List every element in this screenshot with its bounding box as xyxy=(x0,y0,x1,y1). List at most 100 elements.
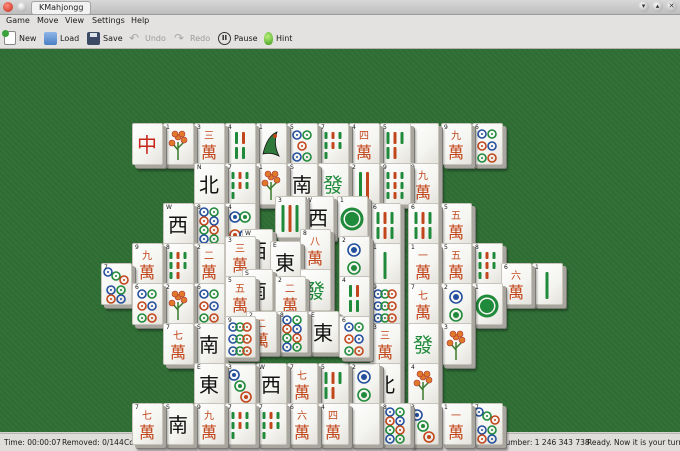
mahjong-tile-dot[interactable]: 5 xyxy=(287,123,318,165)
mahjong-tile-dot[interactable]: 6 xyxy=(339,316,370,358)
new-button[interactable]: New xyxy=(2,30,36,46)
mahjong-tile-blank[interactable] xyxy=(408,123,439,165)
redo-button[interactable]: ↷ Redo xyxy=(174,30,210,46)
mahjong-tile-bam[interactable]: 7 xyxy=(225,163,256,205)
mahjong-tile-dot[interactable]: 2 xyxy=(339,236,370,278)
mahjong-tile-dot[interactable]: 9 xyxy=(370,283,401,325)
mahjong-tile-wind[interactable]: E東 xyxy=(308,311,339,353)
mahjong-tile-char[interactable]: 3三萬 xyxy=(194,123,225,165)
pause-button[interactable]: II Pause xyxy=(218,30,258,46)
mahjong-tile-bam[interactable]: 5 xyxy=(380,123,411,165)
mahjong-tile-char[interactable]: 7七萬 xyxy=(408,283,439,325)
mahjong-tile-bam[interactable]: 7 xyxy=(256,403,287,445)
save-disk-icon xyxy=(87,31,100,45)
mahjong-tile-dot[interactable]: 7 xyxy=(472,403,503,445)
mahjong-tile-dragon[interactable]: 發 xyxy=(408,323,439,365)
mahjong-tile-wind[interactable]: S南 xyxy=(163,403,194,445)
mahjong-tile-bam[interactable]: 7 xyxy=(225,403,256,445)
mahjong-tile-char[interactable]: 9九萬 xyxy=(132,243,163,285)
tile-index-label: 7 xyxy=(321,124,325,131)
mahjong-tile-dot[interactable]: 1 xyxy=(472,283,503,325)
mahjong-tile-char[interactable]: 3三萬 xyxy=(370,323,401,365)
tile-index-label: 3 xyxy=(228,364,232,371)
mahjong-tile-char[interactable]: 7七萬 xyxy=(132,403,163,445)
mahjong-tile-char[interactable]: 6六萬 xyxy=(501,263,532,305)
mahjong-tile-bird[interactable]: 1 xyxy=(256,123,287,165)
maximize-icon[interactable]: ▴ xyxy=(652,1,663,12)
mahjong-tile-wind[interactable]: S南 xyxy=(194,323,225,365)
mahjong-tile-bam[interactable]: 8 xyxy=(472,243,503,285)
mahjong-tile-bam[interactable]: 1 xyxy=(370,243,401,285)
mahjong-tile-wind[interactable]: W西 xyxy=(163,203,194,245)
mahjong-tile-char[interactable]: 5五萬 xyxy=(441,203,472,245)
mahjong-tile-flower[interactable]: 4 xyxy=(408,363,439,405)
mahjong-tile-bam[interactable]: 4 xyxy=(339,276,370,318)
mahjong-tile-dot[interactable]: 3 xyxy=(408,403,439,445)
mahjong-tile-bam[interactable]: 5 xyxy=(318,363,349,405)
menu-game[interactable]: Game xyxy=(6,16,30,25)
mahjong-tile-dot[interactable]: 6 xyxy=(194,283,225,325)
close-window-icon[interactable] xyxy=(3,2,13,12)
mahjong-tile-dot[interactable]: 2 xyxy=(441,283,472,325)
title-bar: KMahjongg ▾ ▴ ✕ xyxy=(0,0,680,15)
game-board[interactable]: 中13三萬41574四萬59九萬6N北71S南發299九萬W西843W西1665… xyxy=(0,49,680,445)
mahjong-tile-char[interactable]: 9九萬 xyxy=(441,123,472,165)
mahjong-tile-wind[interactable]: E東 xyxy=(194,363,225,405)
mahjong-tile-bam[interactable]: 6 xyxy=(370,203,401,245)
menu-move[interactable]: Move xyxy=(37,16,58,25)
mahjong-tile-dot[interactable]: 9 xyxy=(225,316,256,358)
mahjong-tile-bam[interactable]: 9 xyxy=(380,163,411,205)
tile-index-label: 2 xyxy=(166,284,170,291)
tile-glyph: 東 xyxy=(275,251,295,275)
mahjong-tile-bam[interactable]: 4 xyxy=(225,123,256,165)
mahjong-tile-char[interactable]: 9九萬 xyxy=(194,403,225,445)
window-menu-icon[interactable] xyxy=(17,2,27,12)
tile-index-label: 1 xyxy=(475,284,479,291)
mahjong-tile-char[interactable]: 4四萬 xyxy=(318,403,349,445)
menu-view[interactable]: View xyxy=(65,16,84,25)
minimize-icon[interactable]: ▾ xyxy=(638,1,649,12)
undo-button[interactable]: ↶ Undo xyxy=(129,30,166,46)
tile-index-label: 7 xyxy=(259,404,263,411)
mahjong-tile-wind[interactable]: N北 xyxy=(194,163,225,205)
mahjong-tile-char[interactable]: 7七萬 xyxy=(163,323,194,365)
mahjong-tile-flower[interactable]: 2 xyxy=(163,283,194,325)
mahjong-tile-bam[interactable]: 6 xyxy=(408,203,439,245)
load-button[interactable]: Load xyxy=(44,30,79,46)
tile-index-label: 2 xyxy=(352,364,356,371)
save-button[interactable]: Save xyxy=(87,30,123,46)
mahjong-tile-flower[interactable]: 3 xyxy=(441,323,472,365)
mahjong-tile-char[interactable]: 4四萬 xyxy=(349,123,380,165)
mahjong-tile-char[interactable]: 2二萬 xyxy=(194,243,225,285)
mahjong-tile-bam[interactable]: 1 xyxy=(532,263,563,305)
mahjong-tile-dot[interactable]: 8 xyxy=(380,403,411,445)
mahjong-tile-char[interactable]: 1一萬 xyxy=(408,243,439,285)
mahjong-tile-dot[interactable]: 1 xyxy=(337,196,368,238)
tile-index-label: 7 xyxy=(104,264,108,271)
mahjong-tile-char[interactable]: 5五萬 xyxy=(441,243,472,285)
close-icon[interactable]: ✕ xyxy=(666,1,677,12)
mahjong-tile-char[interactable]: 7七萬 xyxy=(287,363,318,405)
menu-settings[interactable]: Settings xyxy=(92,16,125,25)
mahjong-tile-char[interactable]: 9九萬 xyxy=(408,163,439,205)
tile-index-label: 7 xyxy=(475,404,479,411)
mahjong-tile-dragon[interactable]: 中 xyxy=(132,123,163,165)
mahjong-tile-dot[interactable]: 8 xyxy=(277,311,308,353)
mahjong-tile-blank[interactable] xyxy=(349,403,380,445)
mahjong-tile-dot[interactable]: 3 xyxy=(225,363,256,405)
mahjong-tile-dot[interactable]: 2 xyxy=(349,363,380,405)
mahjong-tile-char[interactable]: 8八萬 xyxy=(300,229,331,271)
hint-button[interactable]: Hint xyxy=(264,30,292,46)
mahjong-tile-dot[interactable]: 8 xyxy=(194,203,225,245)
mahjong-tile-flower[interactable]: 1 xyxy=(163,123,194,165)
mahjong-tile-dot[interactable]: 7 xyxy=(101,263,132,305)
mahjong-tile-bam[interactable]: 8 xyxy=(163,243,194,285)
mahjong-tile-char[interactable]: 6六萬 xyxy=(287,403,318,445)
mahjong-tile-char[interactable]: 1一萬 xyxy=(441,403,472,445)
mahjong-tile-wind[interactable]: W西 xyxy=(256,363,287,405)
mahjong-tile-dot[interactable]: 6 xyxy=(132,283,163,325)
mahjong-tile-bam[interactable]: 7 xyxy=(318,123,349,165)
mahjong-tile-dot[interactable]: 6 xyxy=(472,123,503,165)
wan-character: 萬 xyxy=(200,423,217,442)
menu-help[interactable]: Help xyxy=(131,16,149,25)
